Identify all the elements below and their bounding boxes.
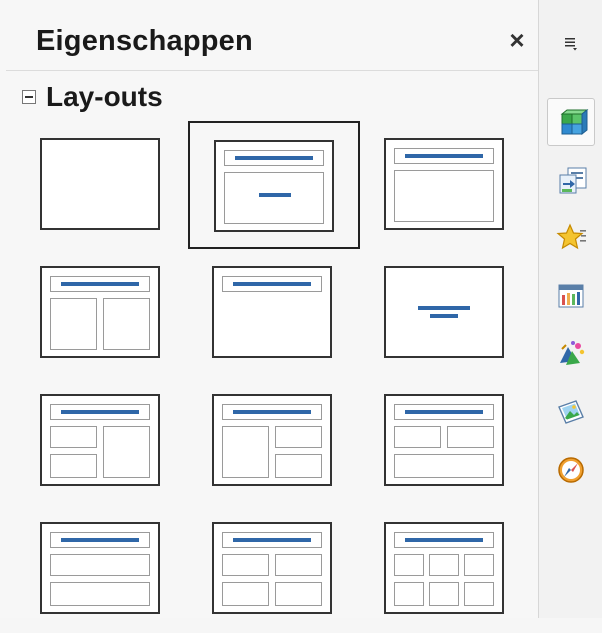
sidebar-tabbar [538,0,602,618]
panel-title: Eigenschappen [36,25,253,57]
title-placeholder [394,404,494,420]
sidebar-menu-button[interactable] [560,32,582,54]
layout-thumbnail [40,266,160,358]
title-placeholder [224,150,324,166]
content-bottom-left [50,454,97,478]
layout-title-2content-over-content[interactable] [360,377,532,505]
title-bar [405,154,483,158]
layout-thumbnail [40,138,160,230]
layout-thumbnail [212,522,332,614]
content-bottom-2 [429,582,459,606]
title-placeholder [50,532,150,548]
content-top-3 [464,554,494,576]
content-top-right [447,426,494,448]
content-bottom [394,454,494,478]
close-icon[interactable]: × [505,27,529,53]
content-left [50,298,97,350]
section-title: Lay-outs [46,81,163,112]
title-bar [233,410,311,414]
layout-thumbnail [40,522,160,614]
content-1 [222,554,269,576]
menu-icon [565,38,577,51]
content-placeholder [394,170,494,222]
content-top-2 [429,554,459,576]
content-top-right [275,426,322,448]
divider [6,70,538,71]
centered-bar-2 [430,314,458,318]
layout-title-slide[interactable] [188,121,360,249]
layout-thumbnail [384,394,504,486]
layout-title-content-and-2content[interactable] [188,377,360,505]
layout-blank[interactable] [16,121,188,249]
tab-animation-star[interactable] [547,214,595,262]
tab-slide-transition[interactable] [547,156,595,204]
subtitle-placeholder [224,172,324,224]
layout-title-4-content[interactable] [188,505,360,633]
content-top [50,554,150,576]
title-bar [233,538,311,542]
master-slides-icon [558,284,584,308]
tab-properties-cube[interactable] [547,98,595,146]
title-placeholder [222,404,322,420]
collapse-icon[interactable] [22,90,36,104]
layout-thumbnail [384,266,504,358]
title-placeholder [394,148,494,164]
title-bar [61,282,139,286]
content-right [103,426,150,478]
content-top-left [50,426,97,448]
content-left [222,426,269,478]
title-bar [235,156,313,160]
content-top-1 [394,554,424,576]
layout-title-only[interactable] [188,249,360,377]
layout-thumbnail [384,138,504,230]
layout-title-2content-and-content[interactable] [16,377,188,505]
slide-transition-icon [559,167,587,194]
title-placeholder [50,276,150,292]
tab-gallery[interactable] [547,388,595,436]
content-top-left [394,426,441,448]
layout-thumbnail [212,394,332,486]
title-bar [61,410,139,414]
title-placeholder [222,532,322,548]
content-bottom-3 [464,582,494,606]
content-bottom-1 [394,582,424,606]
layout-centered-text[interactable] [360,249,532,377]
content-bottom [50,582,150,606]
content-2 [275,554,322,576]
title-bar [405,538,483,542]
title-placeholder [50,404,150,420]
properties-cube-icon [560,108,589,136]
properties-panel: Eigenschappen × Lay-outs [0,0,538,618]
layout-title-2-content[interactable] [16,249,188,377]
layout-thumbnail [40,394,160,486]
tab-styles[interactable] [547,330,595,378]
animation-star-icon [556,223,586,250]
title-bar [405,410,483,414]
layout-thumbnail [384,522,504,614]
layout-thumbnail [214,140,334,232]
gallery-icon [558,400,584,424]
layout-title-content-over-content[interactable] [16,505,188,633]
layout-thumbnail [212,266,332,358]
layout-title-6-content[interactable] [360,505,532,633]
subtitle-bar [259,193,291,197]
navigator-icon [558,457,584,483]
centered-bar-1 [418,306,470,310]
title-placeholder [394,532,494,548]
content-bottom-right [275,454,322,478]
tab-navigator[interactable] [547,446,595,494]
content-right [103,298,150,350]
tab-master-slides[interactable] [547,272,595,320]
title-placeholder [222,276,322,292]
title-bar [233,282,311,286]
layout-title-content[interactable] [360,121,532,249]
title-bar [61,538,139,542]
content-3 [222,582,269,606]
styles-icon [560,341,585,365]
content-4 [275,582,322,606]
